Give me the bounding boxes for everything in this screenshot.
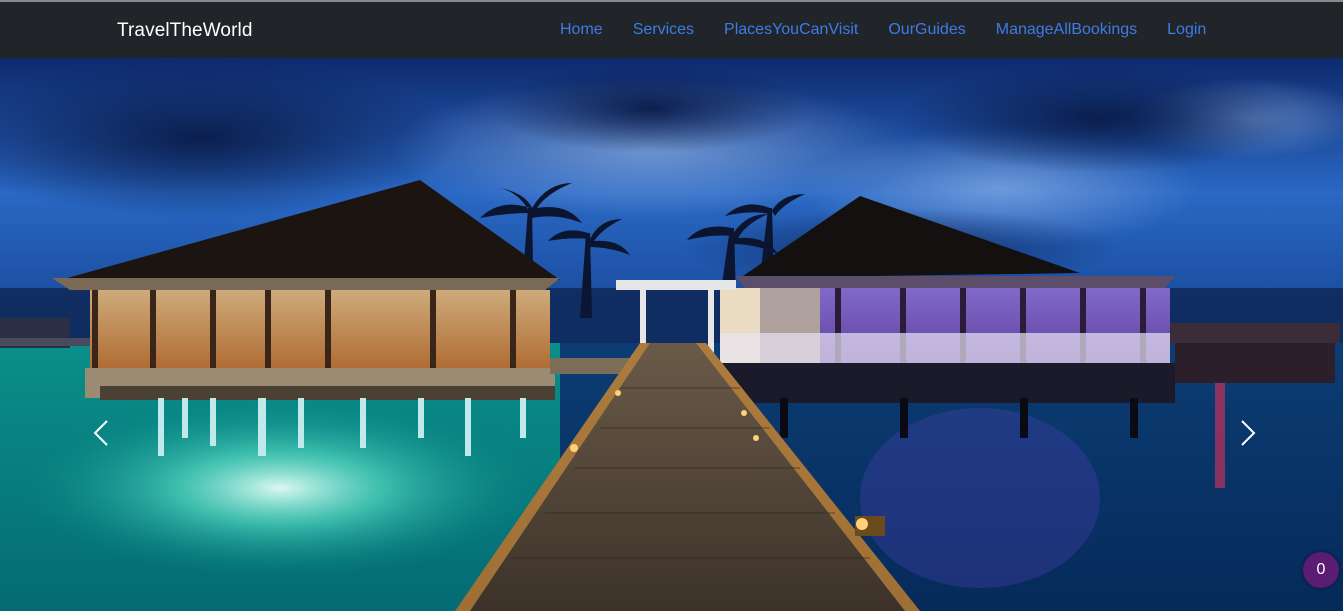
- nav-link-services[interactable]: Services: [618, 20, 709, 40]
- navbar: TravelTheWorld Home Services PlacesYouCa…: [0, 2, 1343, 58]
- brand-logo[interactable]: TravelTheWorld: [117, 20, 253, 42]
- nav-link-guides[interactable]: OurGuides: [873, 20, 980, 40]
- chevron-left-icon: [93, 419, 108, 446]
- hero-carousel: [0, 58, 1343, 611]
- carousel-slide-image: [0, 58, 1343, 611]
- cart-count-badge[interactable]: 0: [1303, 552, 1339, 588]
- carousel-next-button[interactable]: [1233, 410, 1263, 455]
- nav-link-places[interactable]: PlacesYouCanVisit: [709, 20, 873, 40]
- nav-link-login[interactable]: Login: [1152, 20, 1221, 40]
- chevron-right-icon: [1241, 419, 1256, 446]
- nav-link-home[interactable]: Home: [545, 20, 618, 40]
- nav-link-manage-bookings[interactable]: ManageAllBookings: [981, 20, 1152, 40]
- nav-links: Home Services PlacesYouCanVisit OurGuide…: [545, 2, 1221, 58]
- carousel-prev-button[interactable]: [86, 410, 116, 455]
